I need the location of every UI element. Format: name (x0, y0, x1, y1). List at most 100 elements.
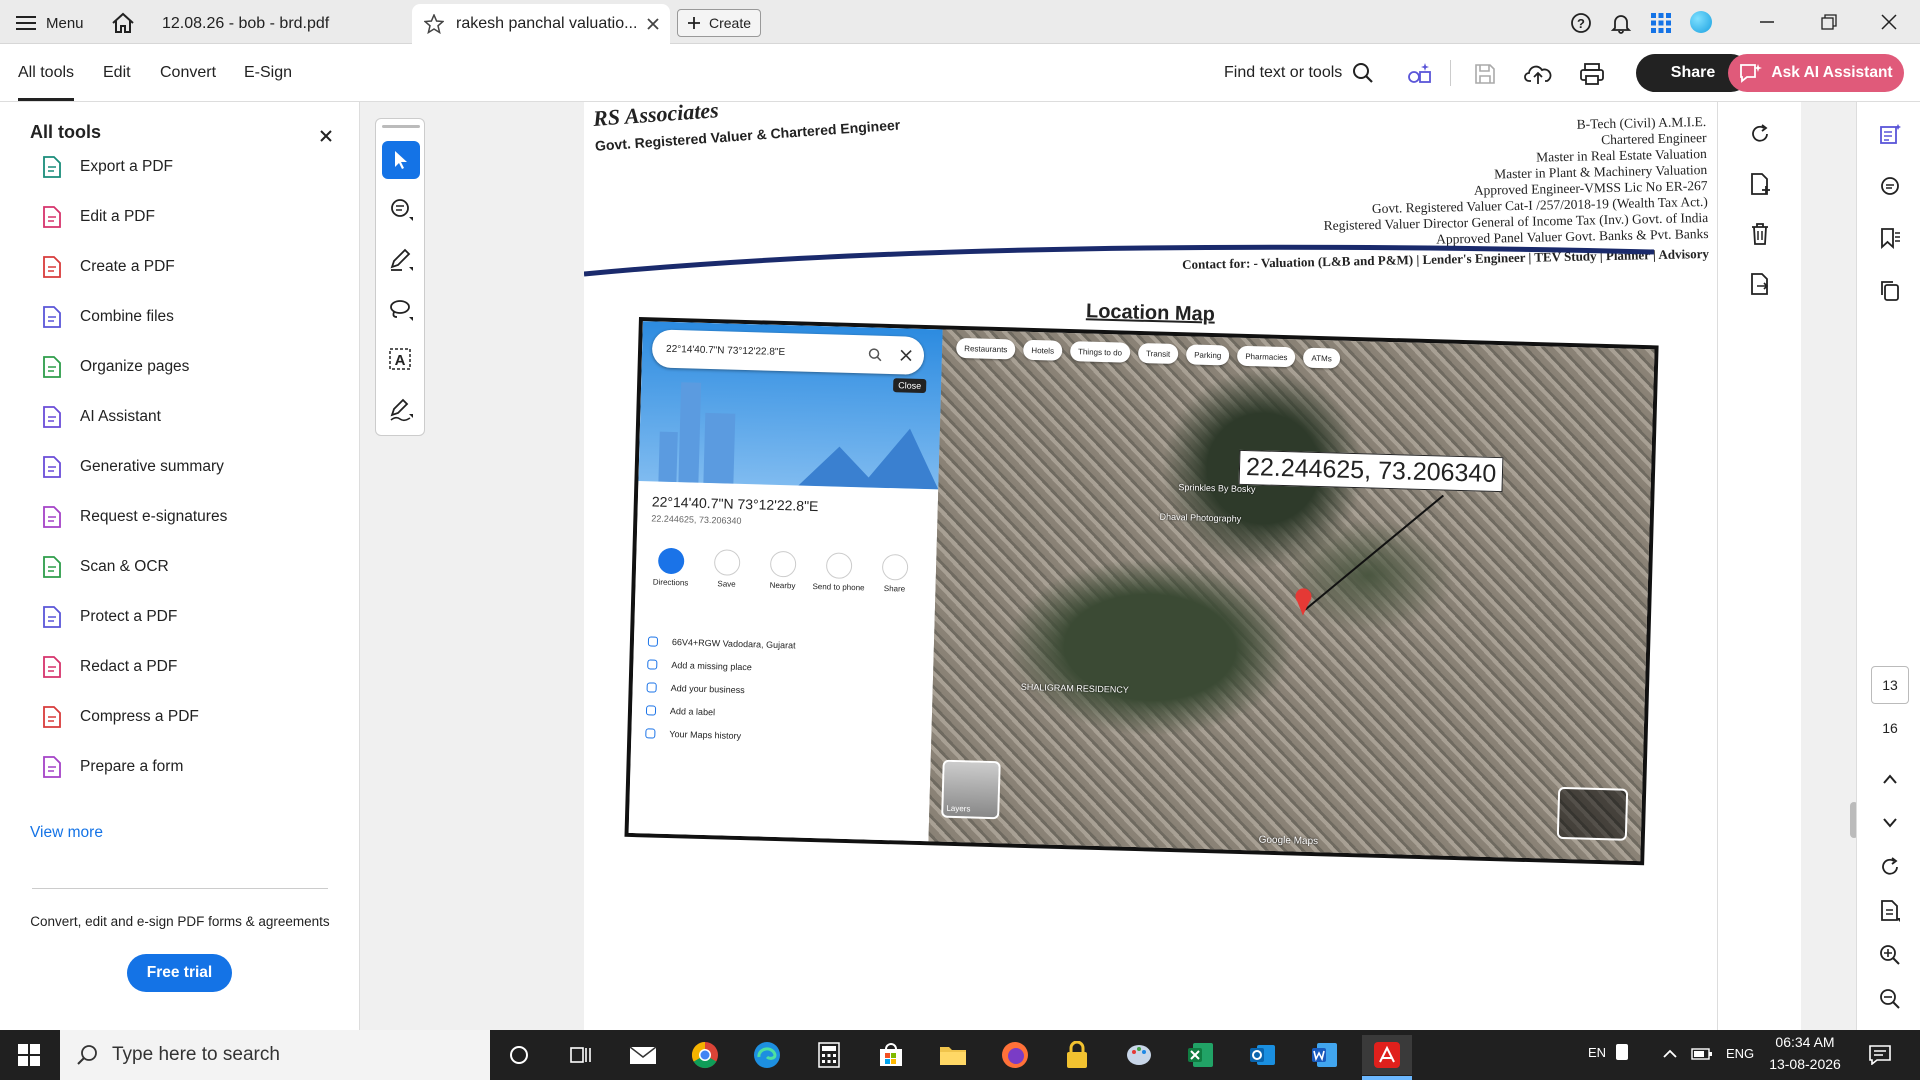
tool-item[interactable]: Protect a PDF (40, 602, 177, 632)
tool-item[interactable]: Create a PDF (40, 252, 175, 282)
tool-item[interactable]: Request e-signatures (40, 502, 227, 532)
tool-item[interactable]: Compress a PDF (40, 702, 199, 732)
task-view-button[interactable] (556, 1035, 606, 1075)
next-page-button[interactable] (1877, 810, 1903, 836)
close-icon[interactable] (900, 349, 912, 362)
tool-item[interactable]: Combine files (40, 302, 174, 332)
comments-panel-button[interactable] (1877, 172, 1903, 200)
tool-item[interactable]: Prepare a form (40, 752, 183, 782)
tab-esign[interactable]: E-Sign (244, 64, 292, 82)
tool-item[interactable]: Organize pages (40, 352, 189, 382)
start-button[interactable] (4, 1035, 54, 1075)
map-search-box[interactable]: 22°14'40.7"N 73°12'22.8"E (651, 329, 925, 375)
extract-page-button[interactable] (1746, 270, 1774, 298)
clock-date[interactable]: 13-08-2026 (1764, 1056, 1846, 1072)
chrome-app-icon[interactable] (680, 1035, 730, 1075)
acrobat-app-icon[interactable] (1362, 1035, 1412, 1075)
create-button[interactable]: Create (677, 9, 761, 37)
tab-edit[interactable]: Edit (103, 64, 131, 82)
print-button[interactable] (1576, 60, 1608, 88)
menu-button[interactable]: Menu (16, 12, 84, 34)
delete-page-button[interactable] (1746, 220, 1774, 248)
pages-thumbnail-button[interactable] (1877, 276, 1903, 304)
insert-page-button[interactable] (1746, 170, 1774, 198)
taskbar-search-box[interactable]: Type here to search (60, 1030, 490, 1080)
language-indicator[interactable]: EN (1588, 1045, 1606, 1060)
battery-status[interactable] (1690, 1044, 1714, 1064)
zoom-in-button[interactable] (1877, 942, 1903, 968)
tool-item[interactable]: Edit a PDF (40, 202, 155, 232)
tool-item[interactable]: Redact a PDF (40, 652, 177, 682)
file-explorer-app-icon[interactable] (928, 1035, 978, 1075)
refresh-button[interactable] (1877, 854, 1903, 880)
comment-tool-button[interactable] (382, 191, 420, 229)
find-tools-button[interactable]: Find text or tools (1224, 59, 1374, 87)
store-app-icon[interactable] (866, 1035, 916, 1075)
input-method-icon[interactable] (1616, 1044, 1628, 1060)
keyboard-layout[interactable]: ENG (1726, 1046, 1754, 1061)
word-app-icon[interactable] (1300, 1035, 1350, 1075)
tool-item[interactable]: Scan & OCR (40, 552, 169, 582)
tab-all-tools[interactable]: All tools (18, 64, 74, 82)
rail-drag-handle[interactable] (382, 125, 420, 128)
show-hidden-icons-button[interactable] (1660, 1044, 1680, 1064)
close-tab-icon[interactable] (646, 17, 660, 31)
notifications-button[interactable] (1608, 11, 1634, 35)
tool-item-label: Edit a PDF (80, 208, 155, 225)
apps-button[interactable] (1648, 11, 1674, 35)
previous-page-button[interactable] (1877, 766, 1903, 792)
ai-summary-button[interactable] (1877, 120, 1903, 148)
street-view-control[interactable] (1556, 786, 1629, 841)
upload-cloud-button[interactable] (1522, 60, 1554, 88)
refresh-icon (1882, 857, 1898, 875)
tab-convert[interactable]: Convert (160, 64, 216, 82)
tool-item[interactable]: Generative summary (40, 452, 224, 482)
mail-app-icon[interactable] (618, 1035, 668, 1075)
ask-ai-assistant-button[interactable]: Ask AI Assistant (1728, 54, 1904, 92)
close-window-button[interactable] (1872, 10, 1906, 34)
close-panel-button[interactable] (316, 126, 336, 146)
map-action-button[interactable]: Nearby (755, 550, 810, 590)
tab-document-2[interactable]: rakesh panchal valuatio... (412, 4, 670, 44)
star-icon[interactable] (424, 14, 444, 34)
map-action-button[interactable]: Directions (643, 547, 698, 587)
tool-item[interactable]: Export a PDF (40, 152, 173, 182)
tab-document-1[interactable]: 12.08.26 - bob - brd.pdf (150, 6, 410, 42)
save-button[interactable] (1470, 60, 1500, 88)
satellite-map[interactable]: Restaurants Hotels Things to do Transit Park… (928, 329, 1659, 866)
rotate-page-button[interactable] (1746, 120, 1774, 148)
help-button[interactable]: ? (1568, 11, 1594, 35)
search-icon[interactable] (868, 347, 882, 362)
security-app-icon[interactable] (1052, 1035, 1102, 1075)
home-button[interactable] (108, 10, 138, 36)
notification-center-button[interactable] (1866, 1042, 1894, 1068)
draw-tool-button[interactable] (382, 291, 420, 329)
free-trial-button[interactable]: Free trial (127, 954, 232, 992)
bookmarks-button[interactable] (1877, 224, 1903, 252)
current-page-input[interactable]: 13 (1871, 666, 1909, 704)
highlight-tool-button[interactable] (382, 241, 420, 279)
restore-button[interactable] (1812, 10, 1846, 34)
zoom-out-button[interactable] (1877, 986, 1903, 1012)
map-action-button[interactable]: Share (867, 553, 922, 594)
calculator-app-icon[interactable] (804, 1035, 854, 1075)
excel-app-icon[interactable] (1176, 1035, 1226, 1075)
select-tool-button[interactable] (382, 141, 420, 179)
sign-tool-button[interactable] (382, 391, 420, 429)
clock-time[interactable]: 06:34 AM (1770, 1034, 1840, 1050)
map-action-button[interactable]: Send to phone (811, 552, 866, 592)
text-tool-button[interactable]: A (382, 341, 420, 379)
tool-item[interactable]: AI Assistant (40, 402, 161, 432)
view-more-link[interactable]: View more (30, 824, 103, 842)
outlook-app-icon[interactable] (1238, 1035, 1288, 1075)
edge-app-icon[interactable] (742, 1035, 792, 1075)
firefox-app-icon[interactable] (990, 1035, 1040, 1075)
paint-app-icon[interactable] (1114, 1035, 1164, 1075)
ai-tools-button[interactable] (1405, 60, 1435, 88)
cortana-button[interactable] (494, 1035, 544, 1075)
layers-button[interactable]: Layers (941, 759, 1001, 820)
page-display-button[interactable] (1877, 898, 1903, 924)
avatar[interactable] (1690, 11, 1712, 33)
map-action-button[interactable]: Save (699, 549, 754, 589)
minimize-button[interactable] (1750, 10, 1784, 34)
